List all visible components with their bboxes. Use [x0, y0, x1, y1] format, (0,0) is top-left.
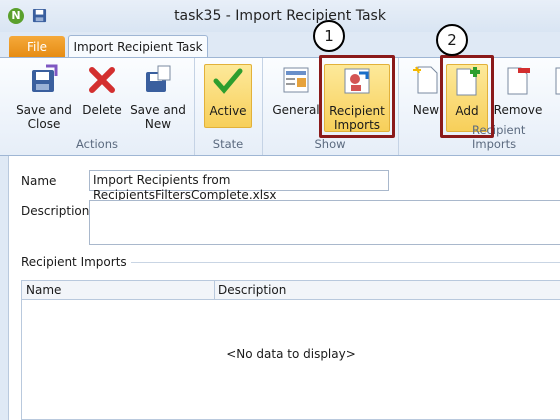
recipient-imports-section-label: Recipient Imports: [21, 255, 127, 269]
group-state: Active State: [194, 58, 263, 155]
save-new-icon: [146, 65, 171, 92]
step-1-badge: 1: [313, 20, 345, 52]
step-2-badge: 2: [436, 24, 468, 56]
tab-file[interactable]: File: [9, 36, 65, 58]
group-actions: Save and Close Delete Save and New Actio…: [0, 58, 195, 155]
callout-frame-add: [440, 55, 494, 138]
name-label: Name: [21, 174, 57, 188]
remove-label: Remove: [493, 103, 543, 117]
new-document-icon: [413, 66, 438, 94]
save-close-icon: [32, 64, 58, 92]
delete-button[interactable]: Delete: [78, 64, 126, 117]
delete-icon: [89, 67, 115, 93]
window-title: task35 - Import Recipient Task: [174, 8, 386, 24]
general-icon: [283, 67, 309, 93]
active-label: Active: [209, 104, 247, 118]
save-and-close-label: Save and Close: [16, 103, 72, 131]
save-and-new-button[interactable]: Save and New: [130, 64, 186, 131]
checkmark-icon: [213, 68, 243, 94]
column-header-name[interactable]: Name: [26, 283, 61, 297]
delete-label: Delete: [82, 103, 122, 117]
document-icon: [555, 67, 560, 95]
column-divider[interactable]: [214, 281, 215, 299]
active-button[interactable]: Active: [204, 64, 252, 128]
save-and-close-button[interactable]: Save and Close: [14, 64, 74, 131]
more-button[interactable]: [550, 64, 560, 103]
record-form: Name Import Recipients from RecipientsFi…: [8, 156, 560, 420]
remove-document-icon: [507, 67, 530, 95]
title-bar: N task35 - Import Recipient Task: [0, 0, 560, 32]
column-header-description[interactable]: Description: [218, 283, 286, 297]
save-and-new-label: Save and New: [130, 103, 186, 131]
description-field[interactable]: [89, 200, 560, 245]
general-label: General: [272, 103, 320, 117]
name-field[interactable]: Import Recipients from RecipientsFilters…: [89, 170, 389, 202]
empty-grid-message: <No data to display>: [226, 347, 356, 361]
remove-button[interactable]: Remove: [492, 64, 544, 117]
group-actions-label: Actions: [75, 137, 118, 151]
general-button[interactable]: General: [270, 64, 322, 117]
section-divider: [131, 262, 560, 263]
group-state-label: State: [212, 137, 244, 151]
group-show-label: Show: [314, 137, 346, 151]
grid-header: Name Description: [21, 280, 560, 300]
callout-frame-recipient-imports: [319, 55, 395, 138]
description-label: Description: [21, 204, 90, 218]
recipient-imports-grid[interactable]: <No data to display>: [21, 299, 560, 420]
tab-import-recipient-task[interactable]: Import Recipient Task: [68, 35, 208, 59]
